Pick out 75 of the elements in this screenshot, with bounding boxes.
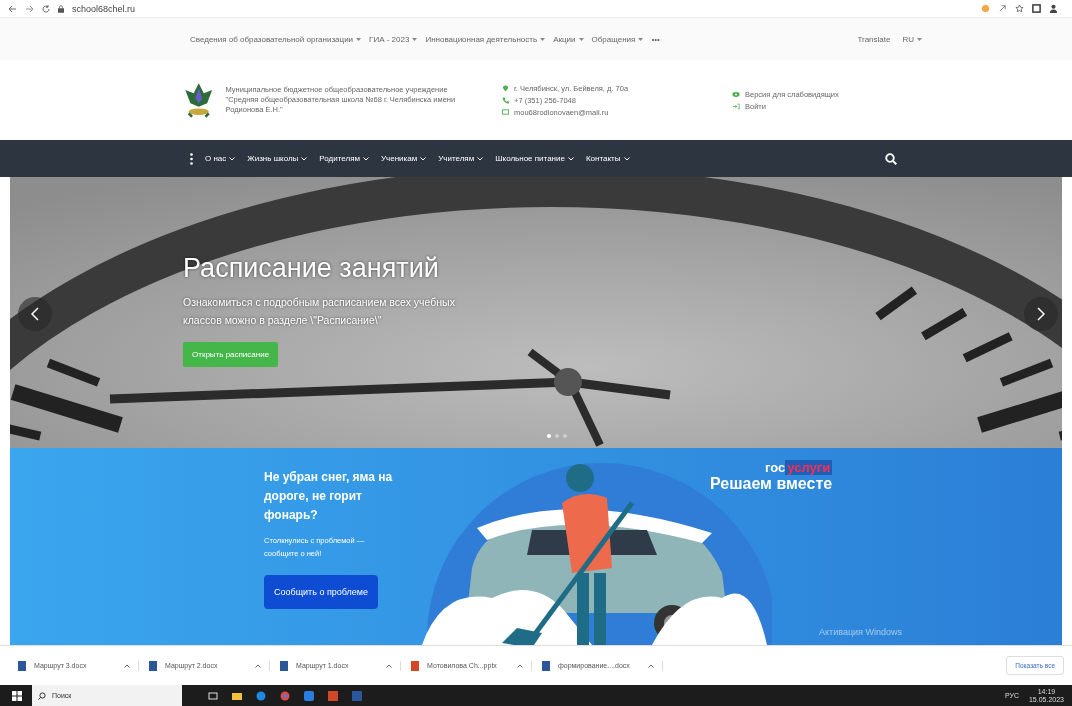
caret-down-icon[interactable]: [638, 37, 644, 41]
browser-icon[interactable]: [280, 690, 290, 701]
app-icon[interactable]: [304, 690, 314, 701]
translate-link[interactable]: Translate: [857, 34, 891, 44]
report-problem-button[interactable]: Сообщить о проблеме: [264, 574, 378, 609]
presentation-app-icon[interactable]: [328, 690, 338, 701]
search-icon[interactable]: [885, 152, 897, 165]
top-menu-link[interactable]: •••: [651, 34, 660, 44]
nav-menu-item[interactable]: Родителям: [319, 154, 360, 163]
windows-activation-notice: Активация Windows: [819, 627, 902, 637]
document-file-icon: [280, 660, 288, 671]
chevron-up-icon[interactable]: [386, 663, 392, 668]
phone-icon: [502, 96, 509, 104]
chevron-down-icon[interactable]: [420, 156, 427, 161]
slide-description: Ознакомиться с подробным расписанием всех учебных классов можно в разделе \"Расписание\": [183, 295, 456, 328]
chevron-up-icon[interactable]: [255, 663, 261, 668]
chevron-down-icon[interactable]: [229, 156, 236, 161]
banner-title: Не убран снег, яма на дороге, не горит фонарь?: [264, 469, 394, 525]
caret-down-icon[interactable]: [540, 37, 546, 41]
chevron-down-icon[interactable]: [363, 156, 369, 161]
top-menu-link[interactable]: Обращения: [591, 34, 636, 44]
document-app-icon[interactable]: [352, 690, 362, 701]
chevron-up-icon[interactable]: [517, 663, 523, 668]
chevron-down-icon[interactable]: [623, 156, 630, 161]
address-bar[interactable]: school68chel.ru: [72, 3, 136, 14]
language-selector[interactable]: RU: [902, 34, 914, 44]
envelope-icon: [502, 108, 509, 116]
nav-menu-item[interactable]: Школьное питание: [495, 154, 565, 163]
nav-menu-item[interactable]: Учителям: [438, 154, 475, 163]
map-pin-icon: [502, 84, 509, 92]
reload-icon[interactable]: [42, 4, 50, 13]
top-menu-link[interactable]: ГИА - 2023: [369, 34, 410, 44]
chevron-down-icon[interactable]: [301, 156, 308, 161]
login-icon: [732, 102, 740, 110]
document-file-icon: [18, 660, 26, 671]
caret-down-icon[interactable]: [917, 37, 922, 41]
next-slide-button[interactable]: [1024, 297, 1058, 331]
star-icon[interactable]: [1015, 4, 1024, 13]
caret-down-icon[interactable]: [356, 37, 362, 41]
task-view-icon[interactable]: [208, 690, 218, 701]
nav-menu-item[interactable]: О нас: [205, 154, 227, 163]
share-icon[interactable]: [998, 4, 1007, 13]
eye-icon: [732, 90, 740, 98]
top-menu-link[interactable]: Сведения об образовательной организации: [190, 34, 354, 44]
caret-down-icon[interactable]: [412, 37, 418, 41]
document-file-icon: [149, 660, 157, 671]
profile-icon[interactable]: [1049, 4, 1058, 13]
chevron-up-icon[interactable]: [648, 663, 654, 668]
top-menu-link[interactable]: Инновационная деятельность: [425, 34, 538, 44]
more-vertical-icon[interactable]: [190, 152, 193, 165]
previous-slide-button[interactable]: [18, 297, 52, 331]
windows-start-icon[interactable]: [12, 690, 22, 701]
logo-text: гос: [765, 460, 786, 475]
back-icon[interactable]: [8, 4, 17, 13]
lock-icon: [58, 4, 64, 13]
search-icon: [38, 691, 46, 700]
chevron-up-icon[interactable]: [124, 663, 130, 668]
forward-icon[interactable]: [25, 4, 34, 13]
banner-slogan: Решаем вместе: [710, 475, 833, 493]
chevron-down-icon[interactable]: [567, 156, 574, 161]
chevron-left-icon[interactable]: [31, 307, 39, 321]
nav-menu-item[interactable]: Контакты: [585, 154, 621, 163]
presentation-file-icon: [411, 660, 419, 671]
document-file-icon: [542, 660, 550, 671]
browser-icon[interactable]: [256, 690, 266, 701]
nav-menu-item[interactable]: Ученикам: [381, 154, 418, 163]
nav-menu-item[interactable]: Жизнь школы: [247, 154, 299, 163]
caret-down-icon[interactable]: [578, 37, 584, 41]
folder-icon[interactable]: [232, 690, 242, 701]
logo-text: услуги: [785, 460, 833, 475]
chevron-right-icon[interactable]: [1037, 307, 1045, 321]
window-icon[interactable]: [1032, 4, 1041, 13]
top-menu-link[interactable]: Акции: [553, 34, 576, 44]
slide-title: Расписание занятий: [183, 253, 440, 284]
chevron-down-icon[interactable]: [477, 156, 484, 161]
